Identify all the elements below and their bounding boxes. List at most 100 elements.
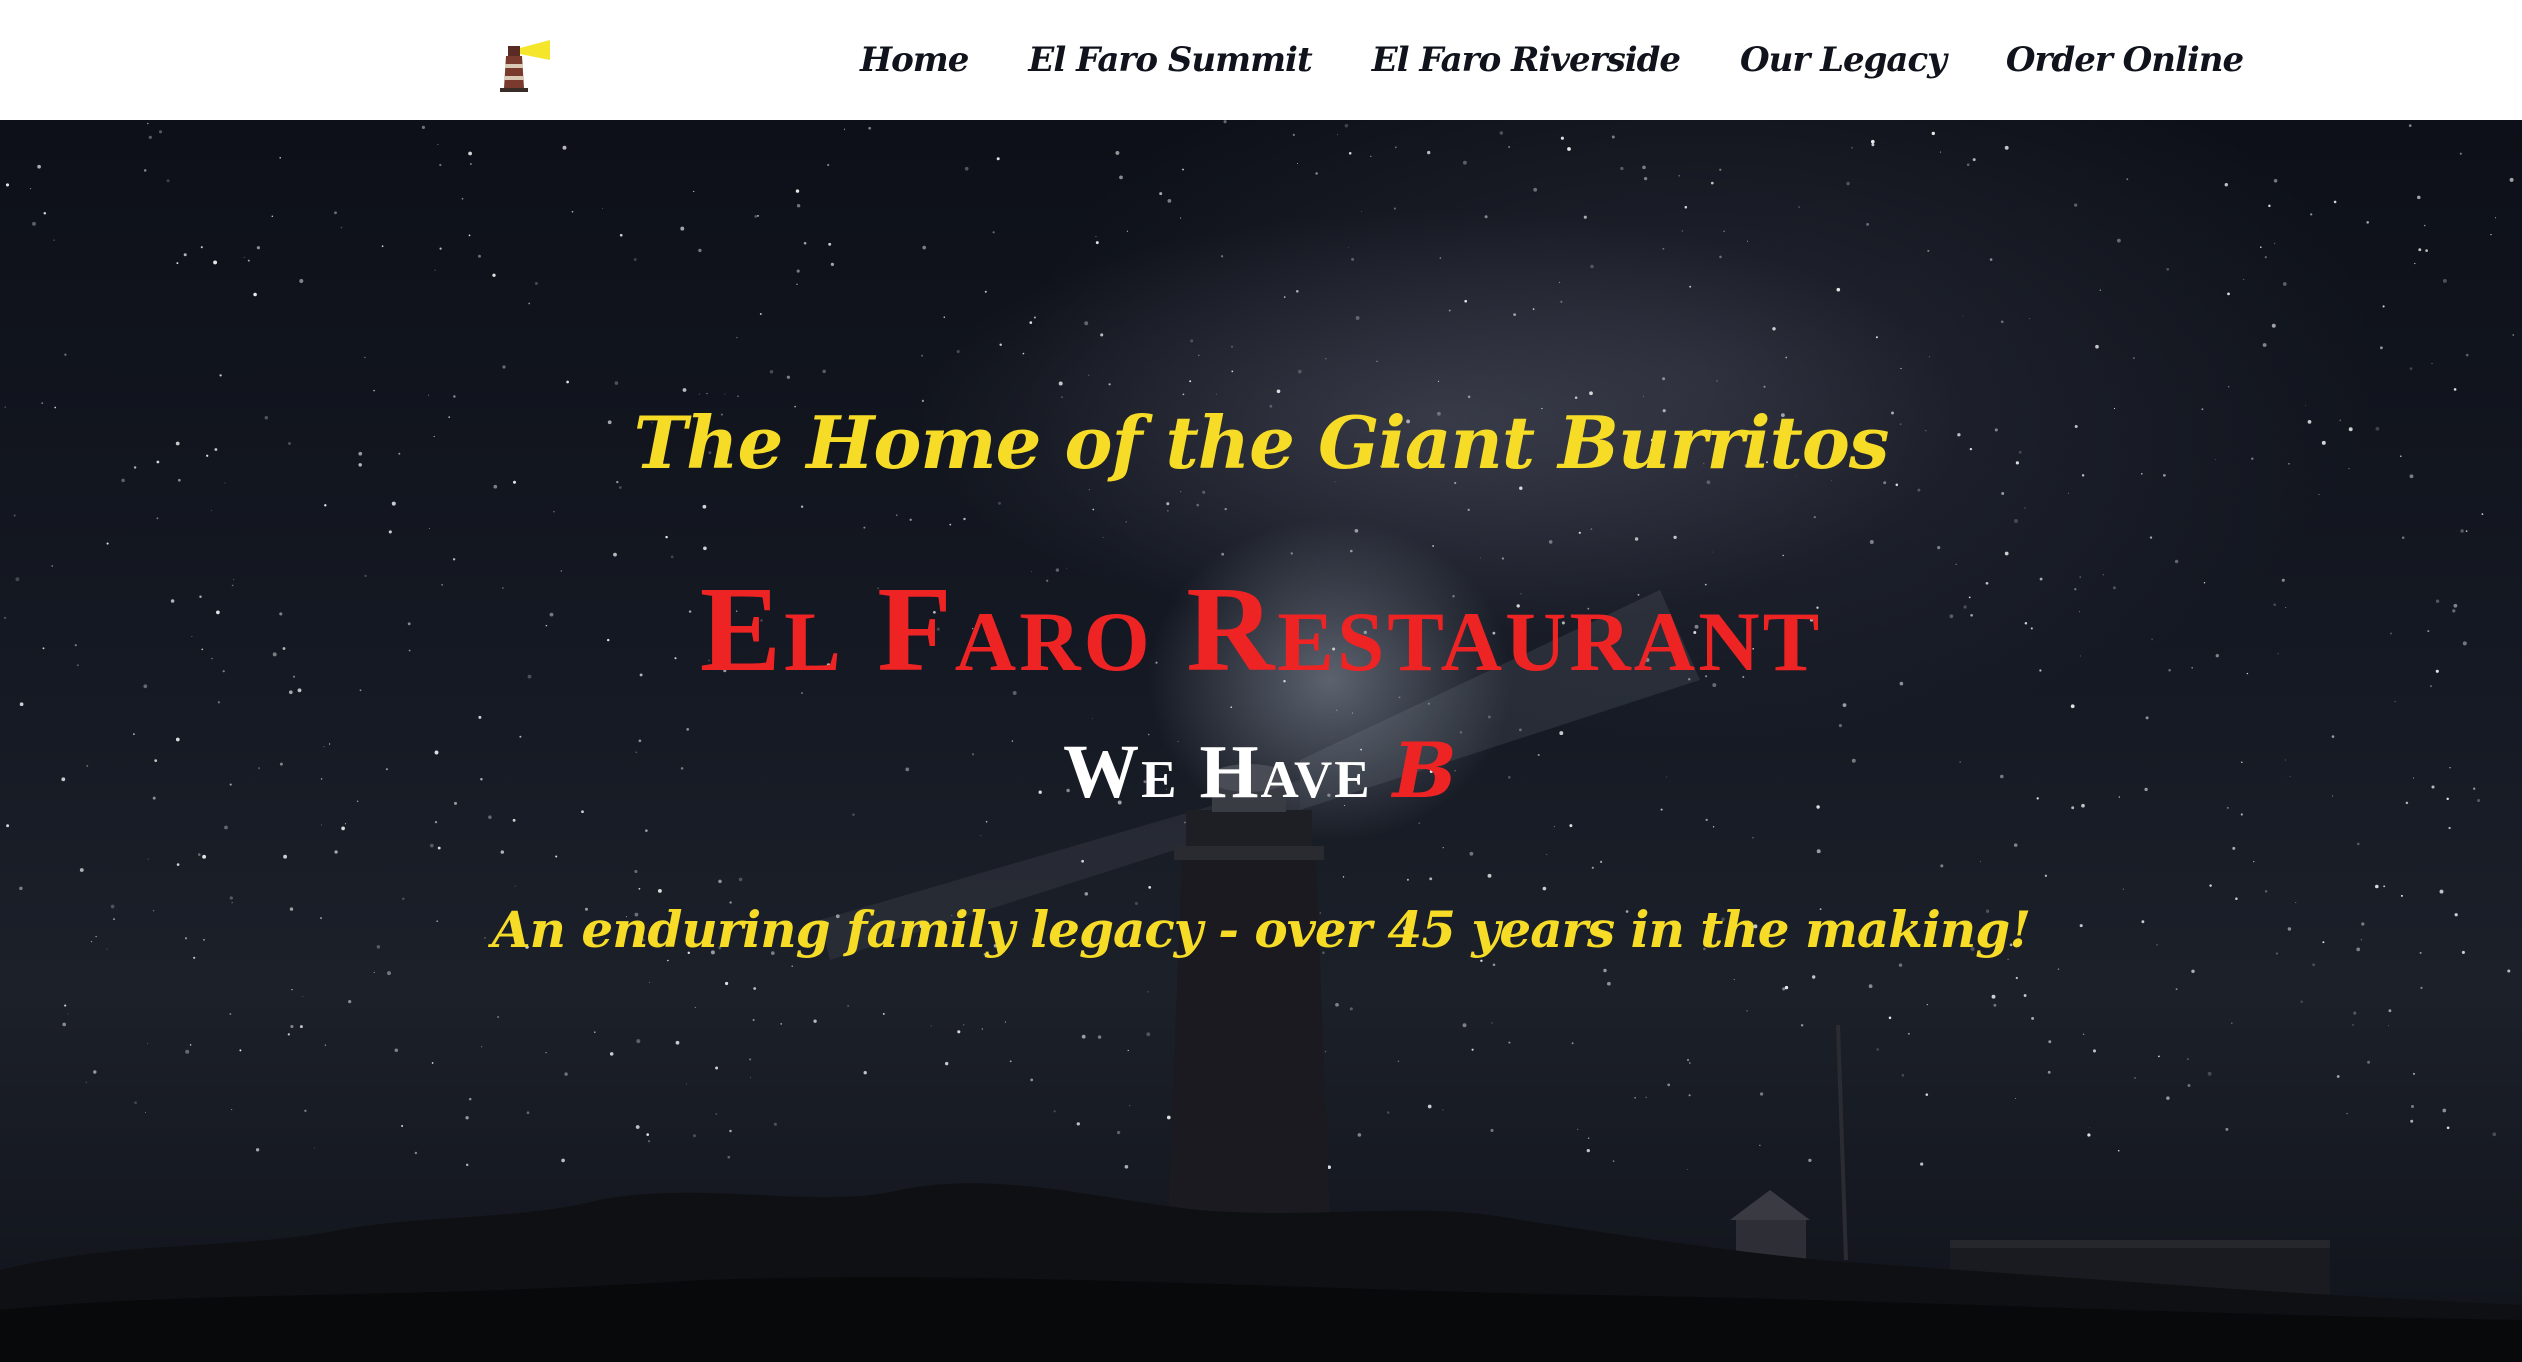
star xyxy=(1733,978,1735,981)
star xyxy=(957,1030,961,1034)
star xyxy=(737,395,739,398)
star xyxy=(981,1028,984,1030)
star xyxy=(1719,168,1722,171)
star xyxy=(514,885,516,887)
nav-link-el-faro-riverside[interactable]: El Faro Riverside xyxy=(1372,40,1681,80)
star xyxy=(1662,247,1665,250)
star xyxy=(1684,205,1688,209)
star xyxy=(749,1077,751,1079)
star xyxy=(2047,1070,2051,1074)
nav-link-order-online[interactable]: Order Online xyxy=(2006,40,2244,80)
star xyxy=(478,254,481,258)
star xyxy=(1344,123,1349,128)
nav-link-home[interactable]: Home xyxy=(860,40,969,80)
star xyxy=(62,1022,67,1027)
star xyxy=(909,518,912,521)
star xyxy=(2418,248,2422,252)
star xyxy=(2225,1127,2229,1131)
star xyxy=(1490,1128,1494,1132)
star xyxy=(2410,1119,2414,1123)
star xyxy=(648,981,650,983)
star xyxy=(2420,986,2423,990)
star xyxy=(1567,147,1571,151)
star xyxy=(618,486,622,489)
star xyxy=(1710,181,1714,185)
main-nav: Home El Faro Summit El Faro Riverside Ou… xyxy=(860,0,2244,120)
star xyxy=(1590,264,1594,269)
star xyxy=(247,259,250,262)
star xyxy=(680,226,685,231)
star xyxy=(2507,969,2511,973)
star xyxy=(213,260,218,265)
star xyxy=(478,715,482,719)
star xyxy=(1681,230,1684,232)
star xyxy=(1324,1050,1327,1053)
star xyxy=(2394,701,2396,703)
star xyxy=(1315,172,1318,175)
star xyxy=(1030,1078,1034,1082)
star xyxy=(657,888,662,893)
hero-banner: The Home of the Giant Burritos El Faro R… xyxy=(0,120,2522,1362)
star xyxy=(1376,360,1378,362)
star xyxy=(401,1125,404,1127)
star xyxy=(566,380,569,384)
star xyxy=(1119,175,1123,180)
star xyxy=(1868,984,1873,989)
star xyxy=(943,316,946,318)
star xyxy=(321,824,322,826)
nav-link-our-legacy[interactable]: Our Legacy xyxy=(1740,40,1947,80)
star xyxy=(1124,1164,1129,1169)
star xyxy=(1100,333,1104,337)
star xyxy=(635,1125,640,1129)
star xyxy=(224,825,228,830)
star xyxy=(1394,146,1397,149)
star xyxy=(2134,1077,2136,1079)
star xyxy=(492,273,496,277)
star xyxy=(391,501,396,506)
star xyxy=(545,1052,547,1054)
nav-link-el-faro-summit[interactable]: El Faro Summit xyxy=(1028,40,1312,80)
star xyxy=(828,242,832,246)
star xyxy=(2092,1049,2097,1053)
star xyxy=(1127,1049,1129,1052)
star xyxy=(1612,1160,1615,1162)
star xyxy=(461,197,464,200)
lighthouse-icon[interactable] xyxy=(494,38,554,92)
star xyxy=(176,262,179,265)
star xyxy=(2015,976,2018,980)
star xyxy=(291,989,293,991)
star xyxy=(239,1049,242,1052)
star xyxy=(1159,192,1163,196)
star xyxy=(302,995,304,997)
star xyxy=(428,394,430,396)
star xyxy=(1462,1023,1467,1028)
star xyxy=(1180,217,1182,219)
star xyxy=(453,395,456,398)
star xyxy=(2509,177,2514,182)
star xyxy=(2207,1071,2212,1076)
star xyxy=(1927,249,1930,252)
star xyxy=(210,509,212,511)
star xyxy=(1469,851,1474,856)
star xyxy=(290,1024,294,1029)
star xyxy=(646,1133,650,1136)
star xyxy=(2264,256,2267,259)
star xyxy=(718,879,722,884)
star xyxy=(1836,287,1841,292)
star xyxy=(1221,552,1225,556)
star xyxy=(757,214,759,217)
star xyxy=(2439,889,2444,894)
star xyxy=(243,256,245,258)
star xyxy=(1583,215,1587,219)
star xyxy=(1560,136,1564,140)
star xyxy=(1689,1062,1691,1064)
star xyxy=(1574,396,1578,399)
star xyxy=(1076,1122,1080,1126)
star xyxy=(791,965,793,967)
star xyxy=(1577,1128,1579,1131)
star xyxy=(1230,345,1234,348)
star xyxy=(1719,255,1722,259)
star xyxy=(724,393,726,395)
star xyxy=(1202,490,1206,494)
star xyxy=(313,1147,315,1149)
